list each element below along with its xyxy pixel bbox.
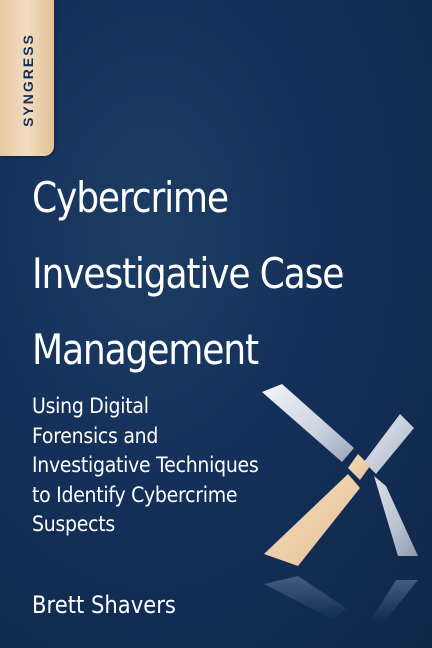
publisher-logo-text: SYNGRESS [20,33,36,127]
emblem-arm-lower-left [264,474,360,566]
title-line: Cybercrime [32,173,229,222]
book-cover: SYNGRESS Cybercrime Investigative Case M… [0,0,432,648]
emblem-arm-upper-left [262,384,354,462]
emblem-arm-upper-right [364,414,414,474]
emblem-arm-lower-right [374,476,418,556]
emblem-reflection-right [372,580,418,622]
x-cross-emblem [262,384,418,622]
author-name: Brett Shavers [32,591,176,619]
book-title: Cybercrime Investigative Case Management [32,160,359,388]
title-line: Investigative Case [32,249,344,298]
emblem-center [348,454,370,480]
emblem-reflection-left [264,576,346,620]
publisher-tab: SYNGRESS [0,0,54,156]
